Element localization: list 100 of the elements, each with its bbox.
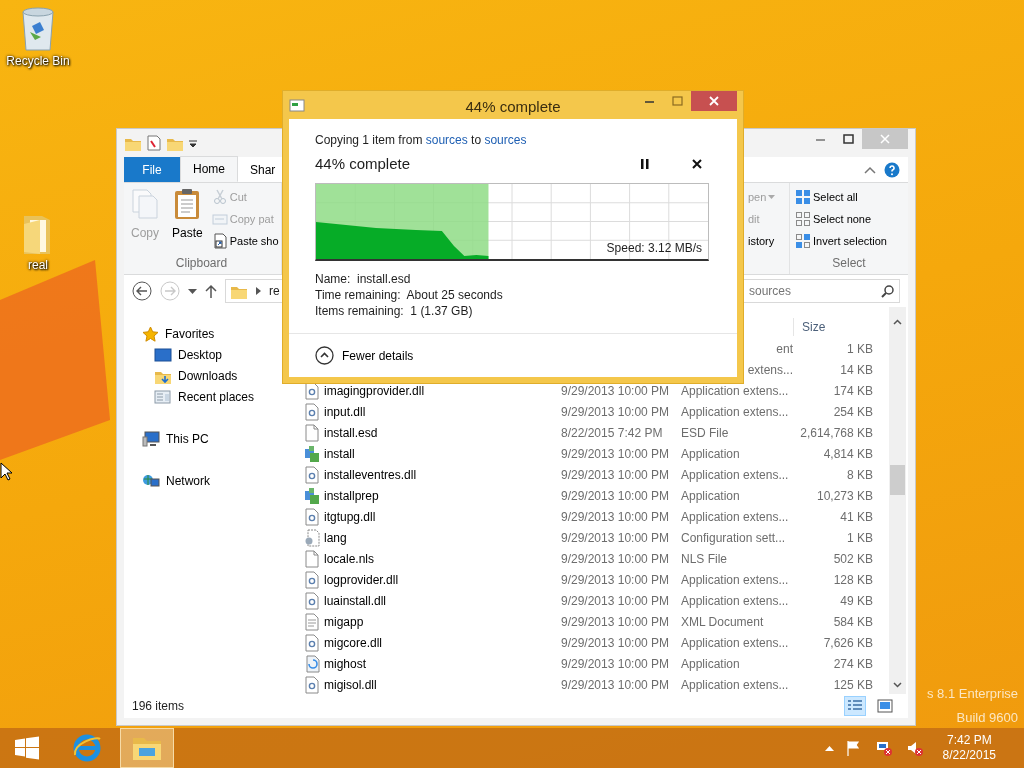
path-field-icon [211,211,228,227]
destination-link[interactable]: sources [484,132,527,147]
network-icon [142,472,160,489]
chevron-up-icon[interactable] [893,319,902,325]
taskbar-app-button[interactable] [120,728,174,768]
chevron-up-icon[interactable] [864,165,876,174]
file-name[interactable]: migisol.dll [304,675,377,694]
scissors-icon [211,189,228,205]
nav-item[interactable]: Desktop [124,344,290,365]
selection-grid-icon [795,189,811,205]
breadcrumb-text[interactable]: re [269,282,280,300]
fewer-details-button[interactable]: Fewer details [315,346,414,365]
ribbon-button[interactable]: Select all [794,186,888,208]
flag-icon[interactable] [844,739,862,757]
table-cell-text: 254 KB [833,403,873,421]
scroll-thumb[interactable] [890,465,905,495]
file-name[interactable]: itgtupg.dll [304,507,376,526]
chevron-up-circle-icon[interactable] [315,346,334,365]
document-gear-icon [304,591,320,610]
application-icon [304,444,320,463]
chevron-up-icon[interactable] [824,745,834,751]
up-arrow-icon[interactable] [205,284,217,298]
column-header[interactable]: Size [793,317,826,336]
file-name[interactable]: installprep [304,486,379,505]
table-cell-text: 9/29/2013 10:00 PM [561,487,670,505]
nav-item[interactable]: Network [124,470,290,491]
mouse-pointer-icon [0,462,12,481]
help-icon[interactable] [884,161,900,178]
ribbon-button[interactable]: Paste [168,186,207,252]
network-error-icon[interactable] [875,739,893,757]
close-icon[interactable] [692,158,702,169]
table-cell-text: Configuration sett... [681,529,786,547]
table-cell-text: extens... [747,361,793,379]
dropdown-icon[interactable] [188,138,198,148]
table-cell-text: 7,626 KB [823,634,873,652]
dropdown-icon[interactable] [188,288,197,294]
nav-item[interactable]: This PC [124,428,290,449]
properties-icon[interactable] [146,135,162,151]
star-icon [142,325,159,342]
back-icon[interactable] [132,281,152,301]
table-cell-text: Application extens... [681,508,789,526]
file-menu-button[interactable]: File [124,157,180,182]
recent-places-icon [154,388,172,405]
ribbon-tab[interactable]: Home [180,156,238,182]
file-name[interactable]: locale.nls [304,549,375,568]
table-cell-text: 9/29/2013 10:00 PM [561,613,670,631]
nav-item[interactable]: Favorites [124,323,290,344]
group-label: Clipboard [174,255,229,272]
ribbon-button[interactable]: Paste sho [210,230,280,252]
table-cell-text: 9/29/2013 10:00 PM [561,382,670,400]
table-cell-text: 584 KB [833,613,873,631]
file-name[interactable]: install [304,444,355,463]
document-gear-icon [304,402,320,421]
file-name[interactable]: input.dll [304,402,366,421]
file-name[interactable]: logprovider.dll [304,570,399,589]
table-cell-text: 9/29/2013 10:00 PM [561,508,670,526]
file-name[interactable]: migcore.dll [304,633,383,652]
close-button[interactable] [691,91,737,111]
window-title: 44% complete [465,97,561,117]
nav-item[interactable]: Recent places [124,386,290,407]
ribbon-button[interactable]: istory [747,230,777,252]
file-name[interactable]: imagingprovider.dll [304,381,425,400]
ribbon-tab[interactable]: Shar [238,157,288,182]
table-cell-text: ESD File [681,424,729,442]
table-cell-text: 8/22/2015 7:42 PM [561,424,663,442]
table-cell-text: Application extens... [681,634,789,652]
file-name[interactable]: lang [304,528,347,547]
windows-logo-icon[interactable] [14,736,40,760]
table-cell-text: 174 KB [833,382,873,400]
file-name[interactable]: installeventres.dll [304,465,417,484]
chevron-down-icon[interactable] [893,682,902,688]
detail-text: Time remaining: About 25 seconds [315,287,504,303]
mixed-grid-icon [795,233,811,249]
group-label: Select [831,255,867,272]
table-cell-text: 9/29/2013 10:00 PM [561,550,670,568]
speaker-muted-icon[interactable] [906,739,924,757]
ribbon-button[interactable]: Invert selection [794,230,888,252]
web-browser-icon[interactable] [72,733,102,763]
scrollbar[interactable] [889,307,906,694]
file-name[interactable]: install.esd [304,423,378,442]
search-icon [881,285,894,298]
file-name[interactable]: mighost [304,654,367,673]
ribbon-button[interactable]: Select none [794,208,888,230]
table-cell-text: 4,814 KB [823,445,873,463]
table-cell-text: Application extens... [681,592,789,610]
table-cell-text: Application [681,655,740,673]
table-cell-text: 9/29/2013 10:00 PM [561,676,670,694]
table-cell-text: ent [776,340,793,358]
copy-progress-icon [289,97,305,112]
source-link[interactable]: sources [425,132,468,147]
table-cell-text: Application extens... [681,571,789,589]
table-cell-text: 9/29/2013 10:00 PM [561,634,670,652]
copy-summary: Copying 1 item from sources to sources [315,131,528,149]
document-gear-icon [304,633,320,652]
desktop-icon [154,347,172,362]
table-cell-text: 1 KB [847,340,873,358]
file-name[interactable]: migapp [304,612,364,631]
file-name[interactable]: luainstall.dll [304,591,387,610]
maximize-icon[interactable] [842,134,854,144]
pause-icon[interactable] [641,158,649,169]
